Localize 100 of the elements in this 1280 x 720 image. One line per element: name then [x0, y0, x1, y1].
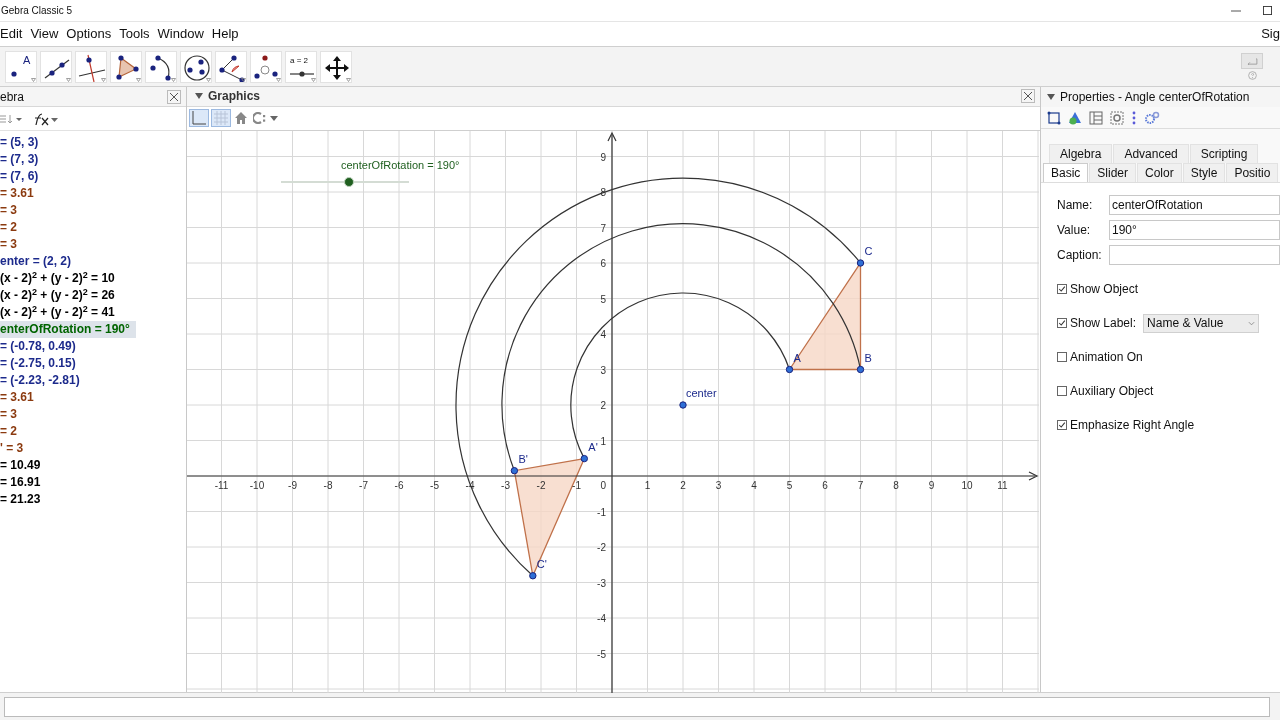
algebra-row[interactable]: = (-2.75, 0.15): [0, 355, 186, 372]
input-field[interactable]: [1109, 244, 1280, 265]
algebra-row[interactable]: enter = (2, 2): [0, 253, 186, 270]
field-label: Name:: [1057, 196, 1094, 214]
algebra-row[interactable]: = 21.23: [0, 491, 186, 508]
algebra-row[interactable]: enterOfRotation = 190°: [0, 321, 136, 338]
dropdown[interactable]: Name & Value: [1143, 313, 1260, 333]
point[interactable]: [856, 365, 865, 374]
menu-item[interactable]: Help: [211, 24, 239, 44]
dropdown-corner-icon: [311, 77, 316, 82]
tab[interactable]: Algebra: [1049, 144, 1113, 163]
tool-button[interactable]: [110, 50, 142, 83]
tab[interactable]: Slider: [1089, 163, 1137, 182]
tool-button[interactable]: [320, 50, 352, 83]
dropdown-corner-icon: [66, 77, 71, 82]
tab[interactable]: Style: [1182, 163, 1226, 182]
algebra-row[interactable]: = 3: [0, 202, 186, 219]
dropdown-corner-icon: [31, 77, 36, 82]
maximize-icon[interactable]: [1263, 6, 1272, 15]
algebra-row[interactable]: = 2: [0, 219, 186, 236]
tick-label: 0: [600, 479, 606, 491]
tab[interactable]: Scripting: [1189, 144, 1259, 163]
tick-label: -8: [323, 479, 333, 491]
capture-icon[interactable]: [253, 112, 281, 125]
tool-button[interactable]: [75, 50, 107, 83]
algebra-row[interactable]: = 3: [0, 236, 186, 253]
algebra-row[interactable]: = (7, 6): [0, 168, 186, 185]
algebra-row[interactable]: = 3.61: [0, 389, 186, 406]
axes-toggle[interactable]: [189, 109, 209, 128]
perpendicular-lines-icon: [78, 53, 106, 82]
tick-label: -9: [288, 479, 297, 491]
checkbox[interactable]: [1057, 284, 1067, 294]
algebra-row[interactable]: = 2: [0, 423, 186, 440]
point-label: A: [793, 351, 801, 364]
checkbox[interactable]: [1057, 352, 1067, 362]
checkbox[interactable]: [1057, 386, 1067, 396]
algebra-row[interactable]: = 3.61: [0, 185, 186, 202]
slider-thumb[interactable]: [343, 176, 354, 187]
algebra-row[interactable]: ' = 3: [0, 440, 186, 457]
algebra-row[interactable]: = 16.91: [0, 474, 186, 491]
algebra-row[interactable]: (x - 2)$^{2}$ + (y - 2)$^{2}$ = 26: [0, 287, 186, 304]
algebra-row[interactable]: (x - 2)$^{2}$ + (y - 2)$^{2}$ = 10: [0, 270, 186, 287]
algebra-row[interactable]: = (-0.78, 0.49): [0, 338, 186, 355]
point[interactable]: [529, 572, 537, 580]
tool-button[interactable]: [40, 50, 72, 83]
shapes-icon[interactable]: [1068, 110, 1082, 125]
menu-item[interactable]: Window: [157, 24, 204, 44]
point[interactable]: [856, 259, 865, 267]
tab[interactable]: Positio: [1226, 163, 1279, 182]
point-label: A': [588, 440, 598, 453]
input-field[interactable]: [4, 696, 1270, 717]
algebra-row[interactable]: = (5, 3): [0, 134, 186, 151]
tab[interactable]: Color: [1137, 163, 1182, 182]
menu-item[interactable]: View: [30, 24, 59, 44]
settings-icon[interactable]: [1110, 110, 1124, 125]
slider-label: centerOfRotation = 190°: [341, 159, 460, 171]
point[interactable]: [785, 365, 794, 374]
tool-button[interactable]: [145, 50, 177, 83]
input-field[interactable]: 190°: [1109, 219, 1280, 240]
checkbox[interactable]: [1057, 420, 1067, 430]
collapse-icon[interactable]: [195, 93, 203, 100]
tab[interactable]: Basic: [1043, 163, 1089, 182]
algebra-row[interactable]: = (7, 3): [0, 151, 186, 168]
menu-item[interactable]: Edit: [0, 24, 23, 44]
tool-button[interactable]: a = 2: [285, 50, 317, 83]
checkbox[interactable]: [1057, 318, 1067, 328]
dots-icon[interactable]: [1131, 110, 1137, 125]
input-field[interactable]: centerOfRotation: [1109, 194, 1280, 215]
menu-item[interactable]: Tools: [119, 24, 150, 44]
point-label: center: [686, 386, 717, 399]
algebra-row[interactable]: (x - 2)$^{2}$ + (y - 2)$^{2}$ = 41: [0, 304, 186, 321]
tool-button[interactable]: [250, 50, 282, 83]
point[interactable]: [679, 401, 687, 409]
home-icon[interactable]: [235, 112, 247, 125]
undo-icon: [1246, 57, 1258, 65]
close-button[interactable]: [1021, 89, 1035, 104]
sort-icon[interactable]: [0, 113, 24, 124]
tab[interactable]: Advanced: [1113, 144, 1189, 163]
graphics-view-icon[interactable]: [1047, 110, 1061, 125]
close-button[interactable]: [167, 89, 181, 104]
grid-toggle[interactable]: [211, 109, 231, 128]
layout-icon[interactable]: [1089, 110, 1103, 125]
point-icon: [10, 69, 18, 78]
algebra-row[interactable]: = 3: [0, 406, 186, 423]
point[interactable]: [510, 466, 519, 475]
algebra-row[interactable]: = 10.49: [0, 457, 186, 474]
tool-button[interactable]: A: [5, 50, 37, 83]
menu-item[interactable]: Options: [66, 24, 112, 44]
gear-icon[interactable]: [1144, 110, 1160, 125]
tick-label: 1: [644, 479, 651, 491]
algebra-row[interactable]: = (-2.23, -2.81): [0, 372, 186, 389]
tool-button[interactable]: [180, 50, 212, 83]
tick-label: -7: [359, 479, 368, 491]
tool-button[interactable]: [215, 50, 247, 83]
reflect-icon: [253, 53, 281, 82]
grid-icon: [214, 111, 228, 126]
sign-in-link[interactable]: Sig: [1261, 24, 1280, 44]
collapse-icon[interactable]: [1047, 94, 1055, 100]
point[interactable]: [580, 454, 588, 463]
dropdown-corner-icon: [101, 77, 106, 82]
